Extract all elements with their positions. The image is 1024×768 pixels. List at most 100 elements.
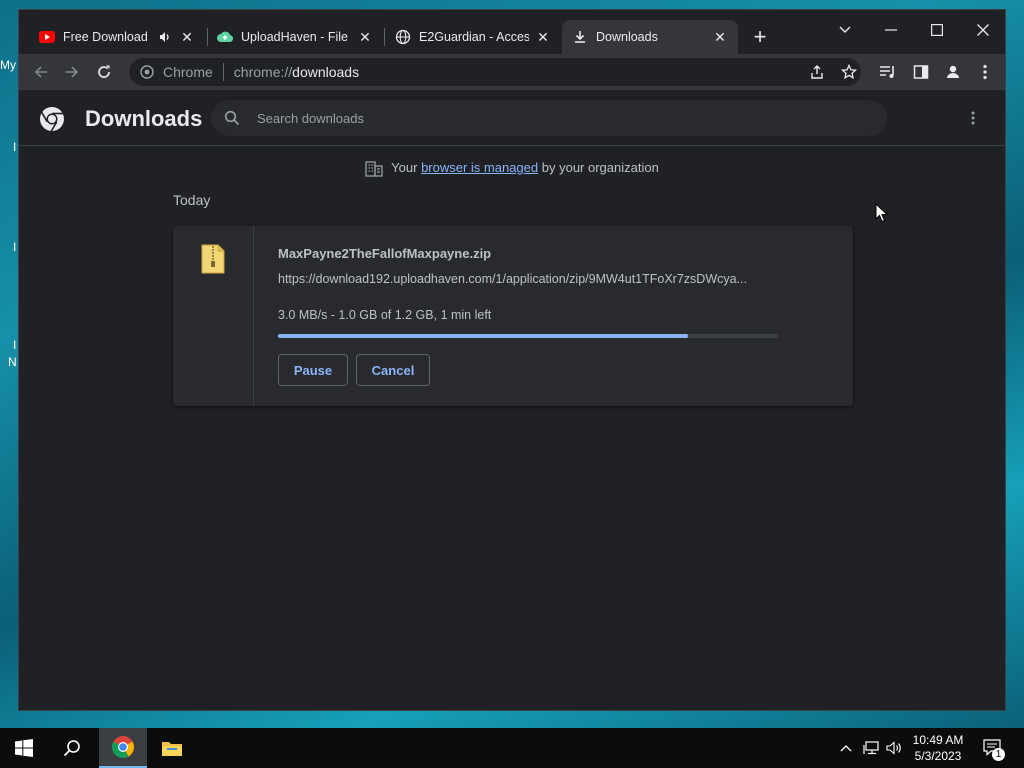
chrome-window: Free Download M ✕ UploadHaven - File Sh … [18,9,1006,711]
arrow-left-icon [34,66,47,78]
side-panel-icon [913,65,929,79]
close-window-button[interactable] [967,16,999,44]
tab-strip: Free Download M ✕ UploadHaven - File Sh … [19,10,1005,54]
address-bar[interactable]: Chrome chrome://downloads [129,58,861,86]
taskbar-clock[interactable]: 10:49 AM 5/3/2023 [905,732,971,764]
chrome-site-icon [139,64,155,80]
speaker-icon[interactable] [157,29,173,45]
forward-button[interactable] [60,60,84,84]
clock-date: 5/3/2023 [914,749,962,763]
minimize-button[interactable] [875,16,907,44]
reload-icon [98,65,110,78]
folder-icon [162,742,182,756]
network-icon [863,741,879,755]
search-icon [223,109,241,127]
close-tab-icon[interactable]: ✕ [357,29,373,45]
managed-link[interactable]: browser is managed [421,160,538,175]
side-panel-button[interactable] [909,60,933,84]
pause-button[interactable]: Pause [278,354,348,386]
tab-uploadhaven[interactable]: UploadHaven - File Sh ✕ [207,20,383,54]
managed-notice: Your browser is managed by your organiza… [19,160,1005,177]
search-icon [63,740,80,757]
close-icon [977,24,989,36]
tab-youtube[interactable]: Free Download M ✕ [29,20,205,54]
more-vert-icon [971,111,975,125]
search-input[interactable] [257,110,837,126]
download-status: 3.0 MB/s - 1.0 GB of 1.2 GB, 1 min left [278,308,492,322]
taskbar: 10:49 AM 5/3/2023 1 [0,728,1024,768]
tab-downloads[interactable]: Downloads ✕ [562,20,738,54]
taskbar-file-explorer[interactable] [148,728,196,768]
bookmark-button[interactable] [837,60,861,84]
maximize-button[interactable] [921,16,953,44]
managed-prefix: Your [391,160,418,175]
download-filename: MaxPayne2TheFallofMaxpayne.zip [278,246,492,261]
media-queue-icon [880,66,894,78]
clock-time: 10:49 AM [912,733,964,747]
download-item: MaxPayne2TheFallofMaxpayne.zip https://d… [173,226,853,406]
profile-icon [947,65,959,78]
share-button[interactable] [805,60,829,84]
chevron-up-icon [840,745,852,752]
minimize-icon [885,29,897,31]
windows-icon [15,739,33,757]
volume-icon [886,741,901,755]
media-controls-button[interactable] [876,60,900,84]
tab-title: Downloads [596,30,658,44]
star-icon [841,64,857,80]
download-url[interactable]: https://download192.uploadhaven.com/1/ap… [278,272,778,286]
show-hidden-icons-button[interactable] [838,728,854,768]
start-button[interactable] [0,728,48,768]
date-header: Today [173,192,211,208]
reload-button[interactable] [92,60,116,84]
zip-file-icon [201,244,225,274]
tab-search-button[interactable] [829,16,861,44]
mouse-cursor-icon [875,203,889,223]
download-progress-bar [278,334,778,338]
desktop-icon-label: My [0,58,16,72]
back-button[interactable] [29,60,53,84]
volume-button[interactable] [885,728,903,768]
tab-title: UploadHaven - File Sh [241,30,351,44]
downloads-menu-button[interactable] [963,108,983,128]
chrome-logo-icon [40,107,64,132]
more-vert-icon [983,64,987,80]
close-tab-icon[interactable]: ✕ [535,29,551,45]
downloads-page: Downloads Your browser is managed by you… [19,90,1005,710]
cancel-button[interactable]: Cancel [356,354,430,386]
maximize-icon [931,24,943,36]
tab-title: Free Download M [63,30,151,44]
uploadhaven-icon [217,29,233,45]
building-icon [365,160,383,177]
url-scheme: chrome:// [233,64,293,80]
search-taskbar-button[interactable] [48,728,96,768]
site-chip: Chrome [163,64,213,80]
download-icon [572,29,588,45]
network-button[interactable] [861,728,881,768]
share-icon [811,65,823,79]
youtube-icon [39,29,55,45]
card-divider [253,226,254,406]
toolbar: Chrome chrome://downloads [19,54,1005,90]
globe-icon [395,29,411,45]
notifications-button[interactable]: 1 [980,728,1006,768]
chrome-menu-button[interactable] [973,60,997,84]
close-tab-icon[interactable]: ✕ [712,29,728,45]
arrow-right-icon [66,66,79,78]
url-host: downloads [292,64,360,80]
taskbar-chrome[interactable] [99,728,147,768]
chrome-icon [112,736,134,758]
new-tab-button[interactable]: + [749,26,771,49]
downloads-header: Downloads [19,90,1005,146]
omnibox-divider [222,63,224,81]
search-bar[interactable] [211,100,887,136]
page-title: Downloads [85,106,203,131]
managed-suffix: by your organization [541,160,659,175]
close-tab-icon[interactable]: ✕ [179,29,195,45]
progress-fill [278,334,688,338]
chevron-down-icon [839,26,851,33]
tab-title: E2Guardian - Access [419,30,529,44]
notification-count-badge: 1 [992,748,1005,761]
profile-button[interactable] [941,60,965,84]
tab-e2guardian[interactable]: E2Guardian - Access ✕ [385,20,561,54]
